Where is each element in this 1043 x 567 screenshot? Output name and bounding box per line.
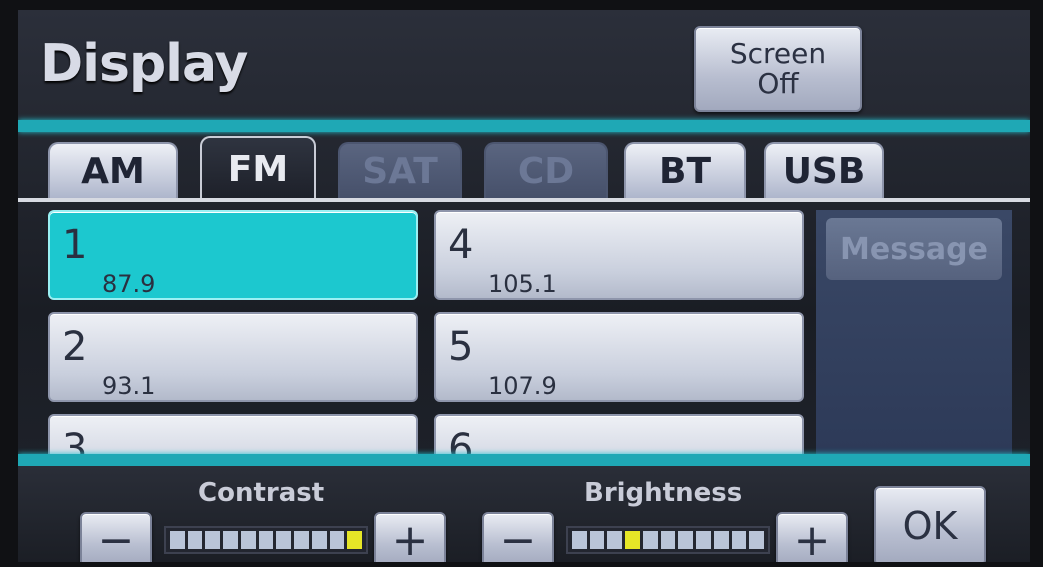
preset-number: 3	[62, 426, 88, 454]
preset-number: 6	[448, 426, 474, 454]
brightness-label: Brightness	[584, 478, 743, 508]
tab-cd: CD	[484, 142, 608, 198]
ok-button[interactable]: OK	[874, 486, 986, 562]
screen-off-label-line2: Off	[757, 67, 799, 100]
brightness-meter-segment	[660, 531, 676, 549]
tab-fm-label: FM	[227, 148, 289, 190]
brightness-meter-segment	[749, 531, 765, 549]
contrast-meter-segment	[276, 531, 292, 549]
preset-grid: 1 87.9 2 93.1 3 4 105.1 5 107.9 6	[48, 210, 808, 454]
contrast-meter-segment	[294, 531, 309, 549]
preset-frequency: 87.9	[102, 270, 156, 298]
brightness-meter-segment	[642, 531, 658, 549]
contrast-label: Contrast	[198, 478, 325, 508]
brightness-meter-segment	[713, 531, 729, 549]
preset-button-2[interactable]: 2 93.1	[48, 312, 418, 402]
tab-usb[interactable]: USB	[764, 142, 884, 198]
adjust-bar: Contrast − + Brightness − + OK	[18, 466, 1030, 562]
tab-bt-label: BT	[659, 150, 711, 192]
contrast-meter-segment	[347, 531, 363, 549]
message-button: Message	[826, 218, 1002, 280]
contrast-meter-segment	[205, 531, 221, 549]
brightness-meter-segment	[589, 531, 605, 549]
device-bezel: Display Screen Off AM FM SAT CD BT USB 1…	[0, 0, 1043, 567]
display-screen: Display Screen Off AM FM SAT CD BT USB 1…	[18, 10, 1030, 562]
tab-cd-label: CD	[517, 150, 575, 192]
brightness-meter-segment	[678, 531, 694, 549]
contrast-meter-segment	[240, 531, 256, 549]
tab-am[interactable]: AM	[48, 142, 178, 198]
brightness-meter-segment	[607, 531, 623, 549]
contrast-meter-segment	[223, 531, 238, 549]
tab-bt[interactable]: BT	[624, 142, 746, 198]
tab-usb-label: USB	[782, 150, 866, 192]
brightness-meter-segment	[731, 531, 747, 549]
contrast-meter-segment	[187, 531, 203, 549]
contrast-meter	[164, 526, 368, 554]
tab-am-label: AM	[81, 150, 145, 192]
tab-sat: SAT	[338, 142, 462, 198]
footer-divider	[18, 454, 1030, 466]
preset-number: 4	[448, 222, 474, 268]
source-tabs: AM FM SAT CD BT USB	[48, 136, 1028, 200]
brightness-minus-button[interactable]: −	[482, 512, 554, 562]
preset-button-1[interactable]: 1 87.9	[48, 210, 418, 300]
contrast-meter-segment	[258, 531, 274, 549]
preset-frequency: 107.9	[488, 372, 557, 400]
tab-underline	[18, 198, 1030, 202]
contrast-meter-segment	[329, 531, 345, 549]
tab-sat-label: SAT	[362, 150, 438, 192]
contrast-plus-button[interactable]: +	[374, 512, 446, 562]
contrast-meter-segment	[311, 531, 327, 549]
screen-off-button[interactable]: Screen Off	[694, 26, 862, 112]
preset-frequency: 93.1	[102, 372, 156, 400]
brightness-meter-segment	[696, 531, 711, 549]
preset-button-6[interactable]: 6	[434, 414, 804, 454]
contrast-minus-button[interactable]: −	[80, 512, 152, 562]
preset-number: 2	[62, 324, 88, 370]
preset-number: 1	[62, 222, 88, 268]
side-panel: Message	[816, 210, 1012, 454]
page-title: Display	[40, 34, 248, 94]
preset-frequency: 105.1	[488, 270, 557, 298]
preset-button-3[interactable]: 3	[48, 414, 418, 454]
preset-button-4[interactable]: 4 105.1	[434, 210, 804, 300]
preset-number: 5	[448, 324, 474, 370]
preset-button-5[interactable]: 5 107.9	[434, 312, 804, 402]
brightness-meter-segment	[572, 531, 587, 549]
contrast-meter-segment	[170, 531, 185, 549]
header-divider	[18, 120, 1030, 132]
tab-fm[interactable]: FM	[200, 136, 316, 200]
brightness-meter	[566, 526, 770, 554]
brightness-plus-button[interactable]: +	[776, 512, 848, 562]
screen-off-label-line1: Screen	[729, 37, 827, 70]
brightness-meter-segment	[625, 531, 640, 549]
